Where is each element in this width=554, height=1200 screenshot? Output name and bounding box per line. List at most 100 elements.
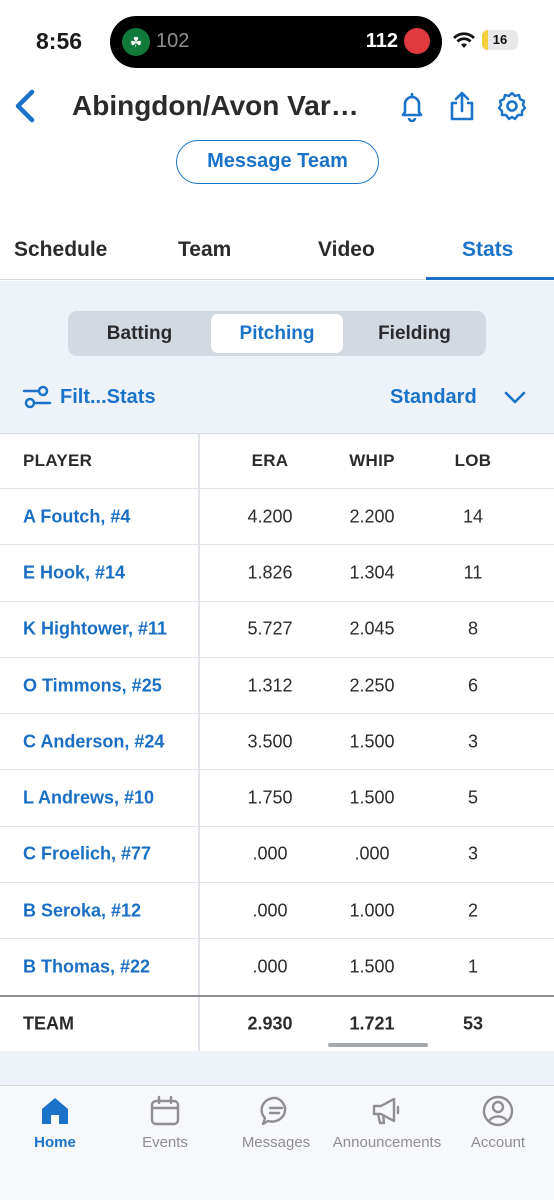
player-name-link[interactable]: O Timmons, #25 [23, 675, 162, 696]
table-row: B Seroka, #12 .000 1.000 2 [0, 882, 554, 939]
column-header-whip[interactable]: WHIP [327, 451, 417, 471]
lob-value: 11 [463, 562, 483, 583]
lob-value: 2 [467, 900, 478, 921]
table-row: A Foutch, #4 4.200 2.200 14 [0, 488, 554, 545]
hawks-logo-icon [404, 28, 430, 54]
home-icon [42, 1098, 68, 1124]
table-header-row: PLAYER ERA WHIP LOB [0, 433, 554, 488]
nav-home[interactable]: Home [0, 1094, 110, 1151]
share-icon[interactable] [446, 90, 478, 122]
team-title: Abingdon/Avon Var… [72, 90, 359, 121]
era-value: 1.750 [247, 787, 293, 808]
filter-sliders-icon [22, 385, 52, 409]
tab-team[interactable]: Team [178, 238, 231, 262]
table-row: K Hightower, #11 5.727 2.045 8 [0, 600, 554, 657]
battery-indicator: 16 [482, 30, 518, 50]
nav-messages-label: Messages [241, 1134, 311, 1151]
era-value: .000 [252, 956, 288, 977]
segment-fielding[interactable]: Fielding [346, 314, 483, 353]
nav-home-label: Home [34, 1134, 76, 1151]
nav-account-label: Account [470, 1134, 526, 1151]
table-row: L Andrews, #10 1.750 1.500 5 [0, 769, 554, 826]
column-divider [198, 714, 200, 770]
era-value: .000 [252, 900, 288, 921]
nav-announcements-label: Announcements [332, 1134, 442, 1151]
whip-value: .000 [354, 843, 390, 864]
table-row: O Timmons, #25 1.312 2.250 6 [0, 656, 554, 714]
player-name-link[interactable]: C Froelich, #77 [23, 844, 151, 865]
status-bar: 8:56 ☘ 102 112 16 [0, 0, 554, 84]
filter-stats-button[interactable]: Filt...Stats [22, 384, 156, 414]
live-score-right: 112 [365, 30, 398, 52]
player-name-link[interactable]: E Hook, #14 [23, 562, 125, 583]
column-header-lob[interactable]: LOB [428, 451, 518, 471]
player-name-link[interactable]: A Foutch, #4 [23, 506, 130, 527]
table-row: B Thomas, #22 .000 1.500 1 [0, 938, 554, 995]
bell-icon[interactable] [396, 90, 428, 122]
calendar-icon [150, 1095, 180, 1126]
back-chevron-icon[interactable] [10, 86, 40, 126]
era-value: 1.312 [247, 675, 293, 696]
horizontal-scroll-indicator[interactable] [328, 1043, 428, 1047]
segment-pitching[interactable]: Pitching [211, 314, 343, 353]
era-value: .000 [252, 843, 288, 864]
column-header-player[interactable]: PLAYER [23, 451, 92, 471]
view-select-value[interactable]: Standard [390, 386, 477, 409]
era-value: 3.500 [247, 731, 293, 752]
team-header: Abingdon/Avon Var… [0, 84, 554, 132]
team-era: 2.930 [247, 1013, 293, 1034]
lob-value: 6 [467, 675, 478, 696]
tab-video[interactable]: Video [318, 238, 375, 262]
stats-controls-background [0, 281, 554, 433]
content-bottom-spacer [0, 1051, 554, 1085]
message-team-button[interactable]: Message Team [176, 140, 379, 184]
nav-messages[interactable]: Messages [221, 1094, 331, 1151]
whip-value: 2.200 [349, 506, 395, 527]
team-lob: 53 [462, 1013, 484, 1034]
settings-gear-icon[interactable] [496, 90, 528, 122]
segment-batting[interactable]: Batting [71, 314, 208, 353]
team-whip: 1.721 [349, 1013, 395, 1034]
celtics-logo-icon: ☘ [122, 28, 150, 56]
nav-announcements[interactable]: Announcements [332, 1094, 442, 1151]
megaphone-icon [372, 1097, 400, 1125]
player-name-link[interactable]: C Anderson, #24 [23, 731, 164, 752]
player-name-link[interactable]: K Hightower, #11 [23, 619, 167, 640]
player-name-link[interactable]: B Thomas, #22 [23, 957, 150, 978]
lob-value: 8 [467, 618, 478, 639]
era-value: 4.200 [247, 506, 293, 527]
battery-percent: 16 [492, 32, 508, 47]
whip-value: 1.000 [349, 900, 395, 921]
lob-value: 14 [462, 506, 484, 527]
team-label: TEAM [23, 1013, 74, 1034]
tab-stats[interactable]: Stats [462, 238, 513, 262]
lob-value: 5 [467, 787, 478, 808]
column-divider [198, 939, 200, 995]
player-name-link[interactable]: L Andrews, #10 [23, 788, 154, 809]
nav-events[interactable]: Events [110, 1094, 220, 1151]
dynamic-island-live-score[interactable]: ☘ 102 112 [110, 16, 442, 68]
whip-value: 2.045 [349, 618, 395, 639]
pitching-stats-table: PLAYER ERA WHIP LOB A Foutch, #4 4.200 2.2… [0, 433, 554, 1051]
live-score-left: 102 [156, 30, 190, 52]
player-name-link[interactable]: B Seroka, #12 [23, 900, 141, 921]
lob-value: 1 [467, 956, 478, 977]
tab-schedule[interactable]: Schedule [14, 238, 107, 262]
bottom-tab-bar: Home Events Messages Announcements Accou… [0, 1085, 554, 1200]
account-icon [482, 1095, 514, 1127]
column-divider [198, 601, 200, 657]
column-divider [198, 996, 200, 1051]
column-header-era[interactable]: ERA [225, 451, 315, 471]
whip-value: 1.500 [349, 787, 395, 808]
chat-bubble-icon [260, 1096, 287, 1126]
table-row: C Froelich, #77 .000 .000 3 [0, 825, 554, 883]
active-tab-indicator [426, 277, 554, 280]
status-time: 8:56 [36, 28, 83, 54]
column-divider [198, 434, 200, 488]
table-row: C Anderson, #24 3.500 1.500 3 [0, 713, 554, 770]
nav-account[interactable]: Account [443, 1094, 553, 1151]
column-divider [198, 489, 200, 545]
whip-value: 2.250 [349, 675, 395, 696]
chevron-down-icon[interactable] [504, 388, 526, 406]
lob-value: 3 [467, 843, 478, 864]
